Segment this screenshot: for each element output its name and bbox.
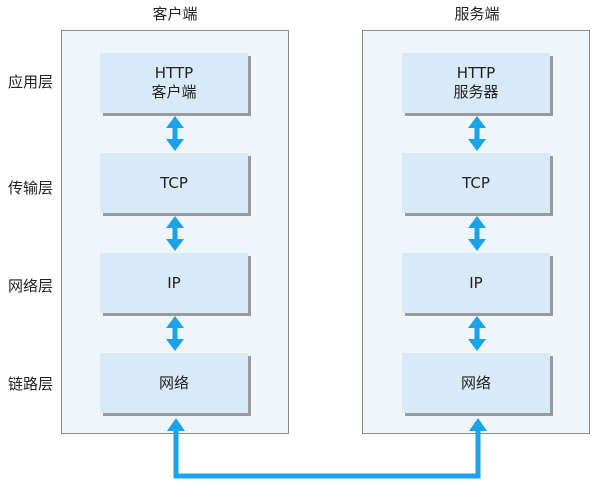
server-arrow-ip-network <box>468 316 486 351</box>
client-arrow-ip-network <box>166 316 184 351</box>
server-arrow-http-tcp <box>468 116 486 151</box>
network-link-path <box>167 418 487 479</box>
connectors-layer <box>166 116 487 479</box>
server-arrow-tcp-ip <box>468 216 486 251</box>
client-arrow-http-tcp <box>166 116 184 151</box>
client-arrow-tcp-ip <box>166 216 184 251</box>
